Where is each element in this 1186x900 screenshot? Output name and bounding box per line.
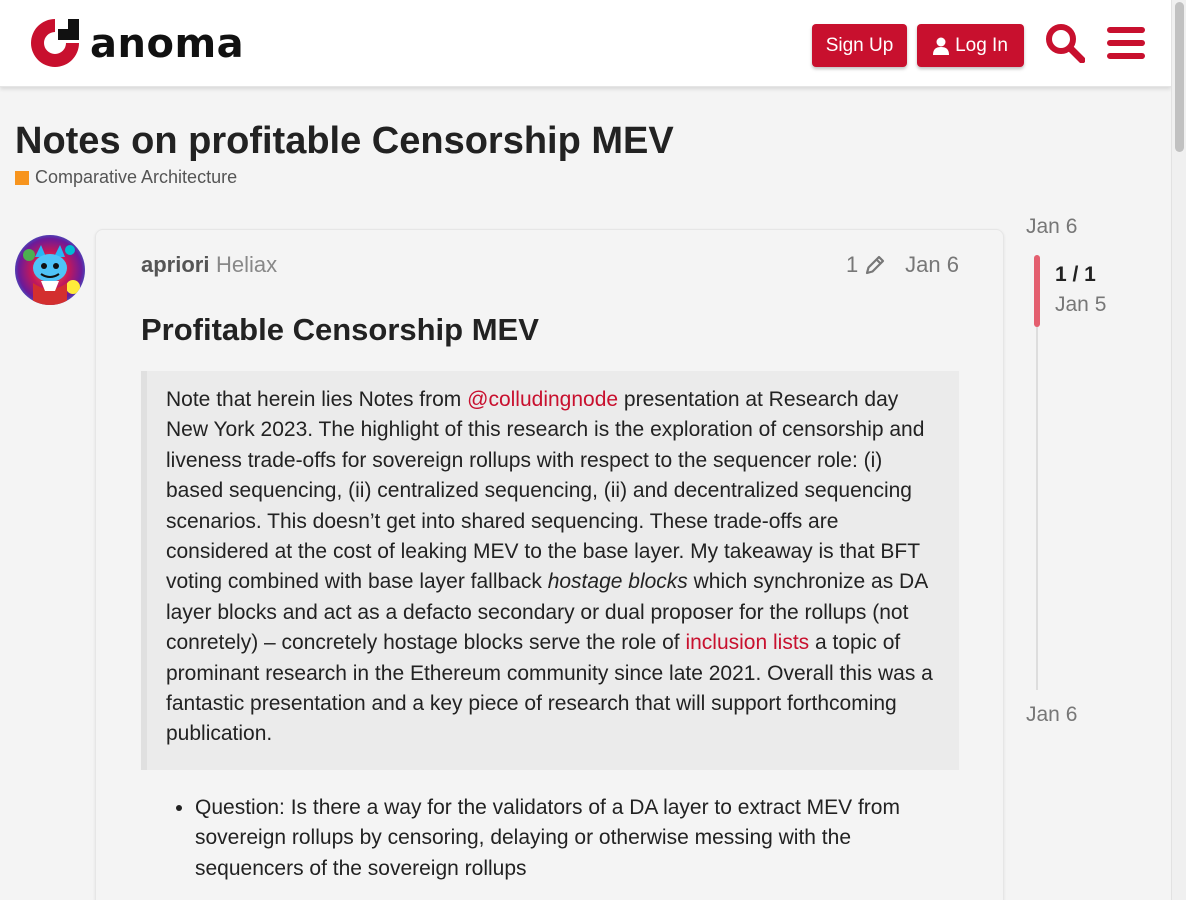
edit-count: 1 xyxy=(846,252,859,277)
post-username[interactable]: apriori xyxy=(141,252,209,278)
quote-text-2: presentation at Research day New York 20… xyxy=(166,388,925,594)
list-item: Question: Is there a way for the validat… xyxy=(195,793,955,884)
quote-emphasis: hostage blocks xyxy=(547,570,688,594)
avatar-image xyxy=(15,235,85,305)
page-scrollbar[interactable] xyxy=(1171,0,1186,900)
hamburger-menu-button[interactable] xyxy=(1104,21,1148,65)
category-label: Comparative Architecture xyxy=(35,167,238,187)
user-mention-link[interactable]: @colludingnode xyxy=(467,388,618,411)
hamburger-menu-icon xyxy=(1107,27,1145,59)
timeline-position: 1 / 1 xyxy=(1055,263,1096,286)
log-in-button[interactable]: Log In xyxy=(917,24,1024,67)
search-icon xyxy=(1046,24,1085,63)
category-color-badge xyxy=(15,170,29,185)
post-bullet-list: Question: Is there a way for the validat… xyxy=(195,793,955,884)
timeline-start-date[interactable]: Jan 6 xyxy=(1026,215,1077,239)
timeline-position-date: Jan 5 xyxy=(1055,293,1107,316)
timeline-end-date[interactable]: Jan 6 xyxy=(1026,703,1077,727)
sign-up-button[interactable]: Sign Up xyxy=(812,24,907,67)
site-header: anoma Sign Up Log In xyxy=(0,0,1171,87)
pencil-icon xyxy=(866,255,885,275)
edit-history-button[interactable]: 1 xyxy=(846,252,886,278)
avatar[interactable] xyxy=(15,235,85,305)
search-button[interactable] xyxy=(1043,21,1087,65)
post-user-title: Heliax xyxy=(216,252,278,277)
post-card: apriori Heliax 1 Jan 6 Profitable Censor… xyxy=(95,229,1004,900)
brand-name: anoma xyxy=(90,21,245,67)
log-in-label: Log In xyxy=(955,34,1008,56)
quote-text-1: Note that herein lies Notes from xyxy=(166,388,468,411)
scrollbar-thumb[interactable] xyxy=(1175,2,1184,152)
inclusion-lists-link[interactable]: inclusion lists xyxy=(685,631,809,654)
post-meta: apriori Heliax 1 Jan 6 xyxy=(141,252,959,282)
site-logo[interactable]: anoma xyxy=(28,16,244,70)
topic-title[interactable]: Notes on profitable Censorship MEV xyxy=(15,120,674,163)
timeline-scroll-handle[interactable] xyxy=(1034,255,1040,327)
post-heading: Profitable Censorship MEV xyxy=(141,312,539,347)
category-link[interactable]: Comparative Architecture xyxy=(15,167,237,188)
post-date[interactable]: Jan 6 xyxy=(905,252,959,278)
user-icon xyxy=(933,37,950,55)
post-blockquote: Note that herein lies Notes from @collud… xyxy=(141,371,959,770)
anoma-logo-icon xyxy=(31,19,79,67)
sign-up-label: Sign Up xyxy=(825,34,894,56)
